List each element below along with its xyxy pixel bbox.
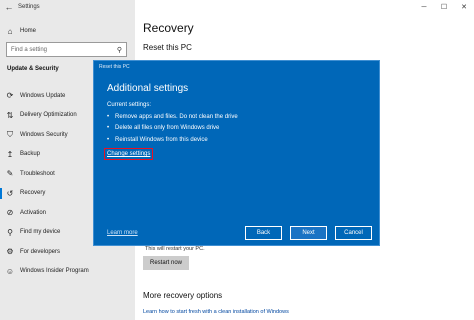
- list-item-text: Reinstall Windows from this device: [115, 136, 208, 143]
- sidebar-item-label: Windows Security: [20, 131, 68, 138]
- sidebar-item-home[interactable]: ⌂ Home: [0, 24, 135, 38]
- back-arrow-icon[interactable]: ←: [0, 2, 18, 12]
- recovery-icon: ↺: [6, 188, 14, 198]
- sidebar-item-label: Home: [20, 28, 37, 34]
- search-icon: ⚲: [116, 46, 122, 54]
- list-item-text: Delete all files only from Windows drive: [115, 125, 220, 132]
- shield-icon: ⛉: [7, 129, 13, 139]
- restart-now-button[interactable]: Restart now: [143, 256, 189, 270]
- restart-description: This will restart your PC.: [145, 246, 205, 252]
- learn-more-link[interactable]: Learn more: [107, 230, 138, 236]
- minimize-icon[interactable]: ─: [414, 0, 434, 14]
- sync-icon: ⟳: [6, 91, 14, 101]
- page-title: Recovery: [143, 21, 194, 35]
- list-item: • Delete all files only from Windows dri…: [107, 123, 238, 135]
- sidebar-item-label: Find my device: [20, 229, 61, 236]
- sidebar-item-label: Recovery: [20, 190, 46, 197]
- developer-icon: ⚙: [6, 247, 14, 257]
- cancel-button[interactable]: Cancel: [335, 226, 372, 240]
- search-placeholder: Find a setting: [11, 46, 48, 53]
- maximize-icon[interactable]: ☐: [434, 0, 454, 14]
- back-button[interactable]: Back: [245, 226, 282, 240]
- wrench-icon: ✎: [6, 169, 14, 179]
- reset-pc-dialog: Reset this PC Additional settings Curren…: [93, 60, 380, 246]
- next-button[interactable]: Next: [290, 226, 327, 240]
- section-heading-reset: Reset this PC: [143, 43, 192, 52]
- activation-icon: ⊘: [6, 208, 14, 218]
- section-title: Update & Security: [7, 66, 59, 72]
- sidebar-item-label: For developers: [20, 248, 61, 255]
- sidebar-item-label: Delivery Optimization: [20, 112, 77, 119]
- app-title: Settings: [18, 4, 40, 10]
- home-icon: ⌂: [7, 26, 13, 36]
- insider-icon: ☺: [5, 266, 15, 276]
- bullet-icon: •: [107, 113, 110, 120]
- sidebar-item-label: Windows Insider Program: [20, 268, 89, 275]
- close-icon[interactable]: ✕: [454, 0, 474, 14]
- delivery-optimization-icon: ⇅: [6, 110, 14, 120]
- section-heading-more-options: More recovery options: [143, 291, 223, 300]
- sidebar-item-label: Activation: [20, 209, 47, 216]
- title-bar: ← Settings: [0, 0, 135, 14]
- list-item: • Remove apps and files. Do not clean th…: [107, 111, 238, 123]
- search-input[interactable]: Find a setting ⚲: [6, 42, 127, 57]
- dialog-heading: Additional settings: [107, 83, 189, 94]
- current-settings-label: Current settings:: [107, 102, 152, 108]
- bullet-icon: •: [107, 136, 110, 143]
- list-item: • Reinstall Windows from this device: [107, 134, 238, 146]
- sidebar-item-label: Backup: [20, 151, 41, 158]
- window-controls: ─ ☐ ✕: [414, 0, 474, 14]
- sidebar-item-windows-insider[interactable]: ☺ Windows Insider Program: [0, 262, 135, 282]
- settings-list: • Remove apps and files. Do not clean th…: [107, 111, 238, 146]
- change-settings-link[interactable]: Change settings: [104, 148, 154, 160]
- clean-install-link[interactable]: Learn how to start fresh with a clean in…: [143, 309, 289, 315]
- list-item-text: Remove apps and files. Do not clean the …: [115, 113, 238, 120]
- backup-icon: ↥: [6, 149, 14, 159]
- sidebar-item-label: Troubleshoot: [20, 170, 55, 177]
- dialog-window-title: Reset this PC: [99, 64, 130, 70]
- person-location-icon: ⚲: [7, 227, 13, 237]
- bullet-icon: •: [107, 125, 110, 132]
- sidebar-item-label: Windows Update: [20, 92, 66, 99]
